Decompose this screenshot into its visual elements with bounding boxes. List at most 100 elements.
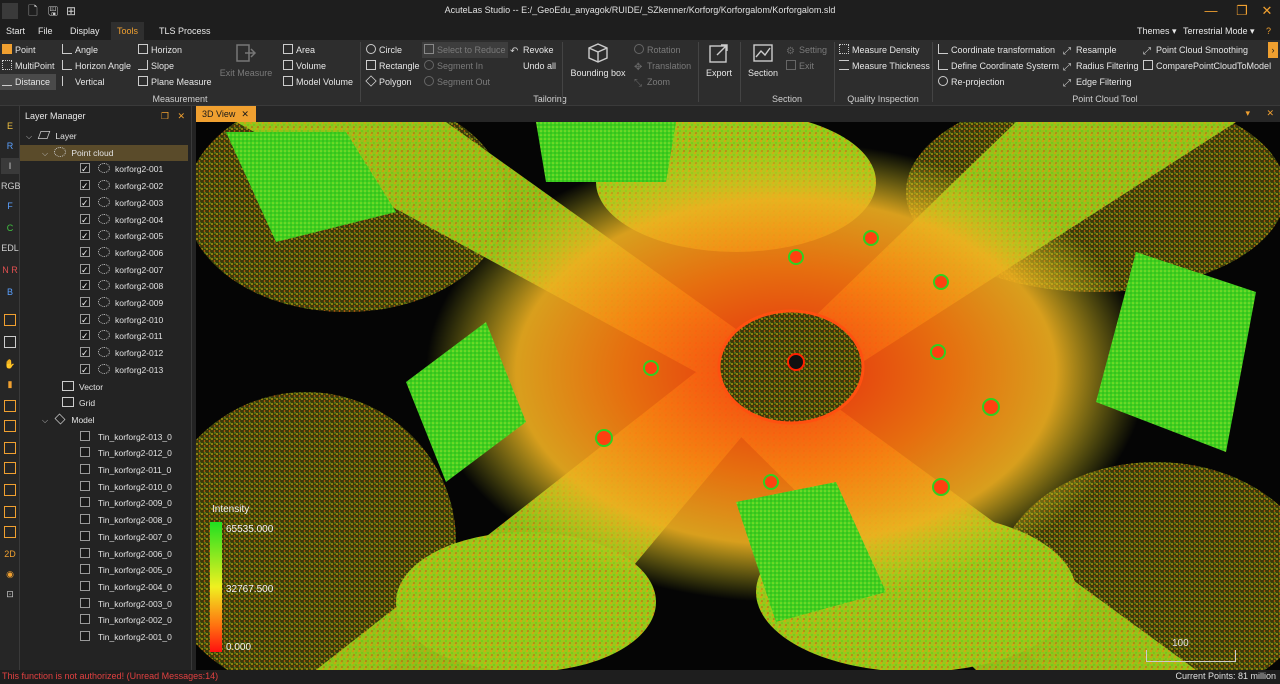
tree-model-item[interactable]: Tin_korforg2-009_0: [20, 495, 188, 511]
tree-point-cloud-item[interactable]: korforg2-011: [20, 328, 188, 344]
expand-arrow-icon[interactable]: ⌵: [42, 413, 52, 429]
view-cube-front-icon[interactable]: [1, 420, 19, 436]
radius-filtering-button[interactable]: ⤢ Radius Filtering: [1063, 58, 1139, 74]
point-button[interactable]: Point: [2, 42, 36, 58]
horizon-angle-button[interactable]: Horizon Angle: [62, 58, 131, 74]
translation-button[interactable]: ✥ Translation: [634, 58, 691, 74]
tree-point-cloud-item[interactable]: korforg2-013: [20, 362, 188, 378]
model-visibility-checkbox[interactable]: [80, 631, 90, 641]
select-to-reduce-button[interactable]: Select to Reduce: [422, 42, 508, 58]
fit-view-icon[interactable]: ⊡: [1, 586, 19, 602]
classification-render-button[interactable]: C: [1, 220, 19, 236]
model-visibility-checkbox[interactable]: [80, 547, 90, 558]
status-message[interactable]: This function is not authorized! (Unread…: [2, 671, 218, 681]
view-cube-left-icon[interactable]: [1, 442, 19, 458]
ribbon-scroll-right[interactable]: ›: [1268, 42, 1278, 58]
layer-visibility-checkbox[interactable]: [80, 362, 90, 378]
maximize-button[interactable]: ❐: [1229, 2, 1255, 20]
expand-arrow-icon[interactable]: ⌵: [26, 129, 36, 145]
rgb-render-button[interactable]: RGB: [1, 178, 21, 194]
model-visibility-checkbox[interactable]: [80, 464, 90, 474]
coordinate-transformation-button[interactable]: Coordinate transformation: [938, 42, 1055, 58]
model-visibility-checkbox[interactable]: [80, 564, 90, 575]
close-panel-icon[interactable]: ✕: [177, 106, 185, 126]
measure-density-button[interactable]: Measure Density: [839, 42, 920, 58]
pan-hand-icon[interactable]: ✋: [1, 356, 19, 372]
tree-vector[interactable]: Vector: [20, 379, 188, 395]
elevation-render-button[interactable]: E: [1, 118, 19, 134]
tree-model-item[interactable]: Tin_korforg2-010_0: [20, 479, 188, 495]
circle-button[interactable]: Circle: [366, 42, 402, 58]
minimize-button[interactable]: —: [1198, 2, 1224, 20]
resample-button[interactable]: ⤢ Resample: [1063, 42, 1117, 58]
export-button[interactable]: Export: [702, 42, 736, 86]
help-icon[interactable]: ?: [1266, 22, 1271, 40]
themes-dropdown[interactable]: Themes ▾: [1137, 22, 1177, 40]
layer-visibility-checkbox[interactable]: [80, 161, 90, 177]
re-projection-button[interactable]: Re-projection: [938, 74, 1005, 90]
tree-point-cloud-item[interactable]: korforg2-010: [20, 312, 188, 328]
angle-button[interactable]: Angle: [62, 42, 98, 58]
layer-visibility-checkbox[interactable]: [80, 245, 90, 261]
model-visibility-checkbox[interactable]: [80, 497, 90, 508]
layer-visibility-checkbox[interactable]: [80, 345, 90, 361]
tab-3d-view[interactable]: 3D View ✕: [196, 106, 256, 122]
horizon-button[interactable]: Horizon: [138, 42, 182, 58]
mode-dropdown[interactable]: Terrestrial Mode ▾: [1183, 22, 1255, 40]
model-visibility-checkbox[interactable]: [80, 430, 90, 441]
tree-point-cloud-group[interactable]: ⌵ Point cloud: [20, 144, 188, 161]
tree-point-cloud-item[interactable]: korforg2-001: [20, 161, 188, 177]
tree-model-item[interactable]: Tin_korforg2-003_0: [20, 596, 188, 612]
orbit-center-icon[interactable]: ◉: [1, 566, 19, 582]
tree-model-item[interactable]: Tin_korforg2-006_0: [20, 546, 188, 562]
close-button[interactable]: ✕: [1254, 2, 1280, 20]
menu-display[interactable]: Display: [64, 22, 106, 40]
view-cube-back-icon[interactable]: [1, 484, 19, 500]
rgb-r-render-button[interactable]: R: [1, 138, 19, 154]
layer-visibility-checkbox[interactable]: [80, 278, 90, 294]
point-cloud-render[interactable]: [196, 122, 1280, 670]
edl-button[interactable]: EDL: [1, 240, 19, 256]
model-visibility-checkbox[interactable]: [80, 530, 90, 541]
area-button[interactable]: Area: [283, 42, 315, 58]
segment-out-button[interactable]: Segment Out: [424, 74, 490, 90]
volume-button[interactable]: Volume: [283, 58, 326, 74]
f-render-button[interactable]: F: [1, 198, 19, 214]
menu-tools[interactable]: Tools: [111, 22, 145, 40]
vertical-button[interactable]: Vertical: [62, 74, 105, 90]
tree-point-cloud-item[interactable]: korforg2-009: [20, 295, 188, 311]
tree-point-cloud-item[interactable]: korforg2-008: [20, 278, 188, 294]
point-cloud-smoothing-button[interactable]: ⤢ Point Cloud Smoothing: [1143, 42, 1248, 58]
model-visibility-checkbox[interactable]: [80, 514, 90, 525]
layer-visibility-checkbox[interactable]: [80, 328, 90, 344]
edge-filtering-button[interactable]: ⤢ Edge Filtering: [1063, 74, 1132, 90]
tree-point-cloud-item[interactable]: korforg2-012: [20, 345, 188, 361]
model-visibility-checkbox[interactable]: [80, 447, 90, 458]
tree-model-item[interactable]: Tin_korforg2-008_0: [20, 512, 188, 528]
exit-measure-button[interactable]: Exit Measure: [216, 42, 276, 86]
menu-file[interactable]: File: [32, 22, 59, 40]
view-cube-iso-icon[interactable]: [1, 526, 19, 542]
tree-model-item[interactable]: Tin_korforg2-007_0: [20, 529, 188, 545]
plane-measure-button[interactable]: Plane Measure: [138, 74, 212, 90]
rectangle-button[interactable]: Rectangle: [366, 58, 420, 74]
segment-in-button[interactable]: Segment In: [424, 58, 483, 74]
model-visibility-checkbox[interactable]: [80, 580, 90, 591]
view-cube-bottom-icon[interactable]: [1, 506, 19, 522]
intensity-render-button[interactable]: I: [1, 158, 19, 174]
tree-point-cloud-item[interactable]: korforg2-007: [20, 262, 188, 278]
tree-layer-root[interactable]: ⌵ Layer: [20, 128, 188, 144]
tree-grid[interactable]: Grid: [20, 395, 188, 411]
measure-thickness-button[interactable]: Measure Thickness: [839, 58, 930, 74]
tree-model-item[interactable]: Tin_korforg2-012_0: [20, 445, 188, 461]
model-volume-button[interactable]: Model Volume: [283, 74, 353, 90]
bounding-box-button[interactable]: Bounding box: [566, 42, 630, 86]
view-cube-right-icon[interactable]: [1, 462, 19, 478]
2d-view-button[interactable]: 2D: [1, 546, 19, 562]
model-visibility-checkbox[interactable]: [80, 480, 90, 491]
edit-tool-icon[interactable]: [1, 336, 19, 352]
close-view-icon[interactable]: ✕: [1266, 108, 1274, 119]
view-cube-top-icon[interactable]: [1, 400, 19, 416]
select-tool-icon[interactable]: [1, 314, 19, 330]
tree-model-item[interactable]: Tin_korforg2-004_0: [20, 579, 188, 595]
